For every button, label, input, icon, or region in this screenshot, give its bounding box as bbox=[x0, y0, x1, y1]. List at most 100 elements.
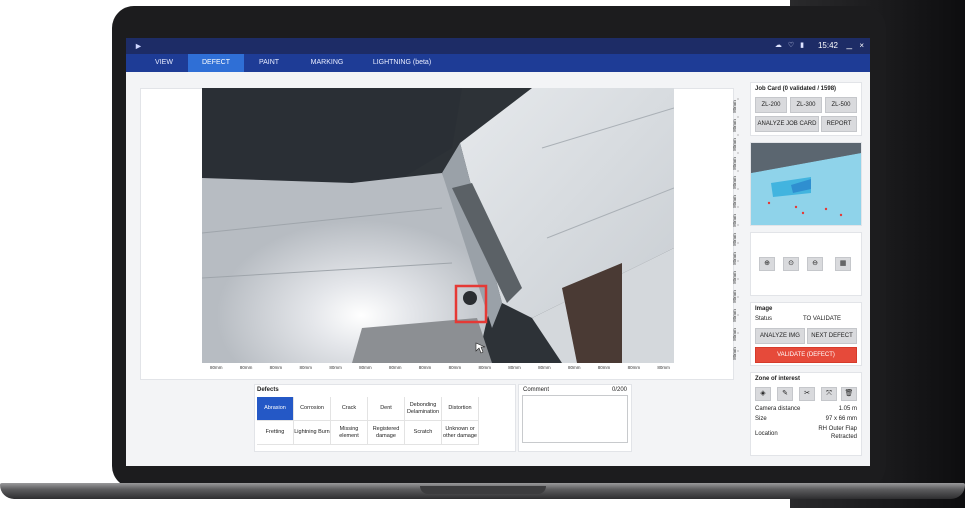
scale-tick: 80mm bbox=[508, 365, 521, 370]
tab-marking[interactable]: MARKING bbox=[294, 54, 360, 72]
scale-tick: 80mm bbox=[597, 365, 611, 370]
grid-icon[interactable]: ▦ bbox=[835, 257, 851, 271]
status-label: Status bbox=[755, 316, 773, 322]
minimap-3d-model bbox=[751, 143, 861, 225]
heart-icon: ♡ bbox=[787, 42, 801, 49]
scale-tick: 80mm bbox=[359, 365, 372, 370]
defect-registered-damage[interactable]: Registered damage bbox=[368, 421, 405, 445]
app-logo-icon: ► bbox=[134, 41, 143, 51]
zl-200-button[interactable]: ZL-200 bbox=[755, 97, 787, 113]
defect-dent[interactable]: Dent bbox=[368, 397, 405, 421]
zl-500-button[interactable]: ZL-500 bbox=[825, 97, 857, 113]
scale-tick: 80mm bbox=[329, 365, 342, 370]
tab-bar: VIEW DEFECT PAINT MARKING LIGHTNING (bet… bbox=[126, 54, 870, 72]
vertical-scale: 80mm 80mm 80mm 80mm 80mm 80mm 80mm 80mm 80mm 80mm… bbox=[731, 98, 742, 368]
system-tray-icons: ☁♡▮ bbox=[775, 41, 810, 49]
zl-300-button[interactable]: ZL-300 bbox=[790, 97, 822, 113]
cloud-icon: ☁ bbox=[774, 42, 788, 49]
title-bar: ► ☁♡▮ 15:42 _ × bbox=[126, 38, 870, 54]
scale-tick-vertical: 80mm bbox=[731, 347, 737, 360]
size-label: Size bbox=[755, 416, 767, 422]
report-button[interactable]: REPORT bbox=[821, 116, 857, 132]
defect-lightning-burn[interactable]: Lightning Burn bbox=[294, 421, 331, 445]
analyze-img-button[interactable]: ANALYZE IMG bbox=[755, 328, 805, 344]
tab-view[interactable]: VIEW bbox=[140, 54, 188, 72]
inspection-photo[interactable] bbox=[202, 88, 674, 363]
image-status-panel: Image Status TO VALIDATE ANALYZE IMG NEX… bbox=[750, 302, 862, 366]
comment-counter: 0/200 bbox=[611, 387, 627, 393]
defect-crack[interactable]: Crack bbox=[331, 397, 368, 421]
target-icon[interactable]: ◈ bbox=[755, 387, 771, 401]
scale-tick: 80mm bbox=[388, 365, 402, 370]
zoom-in-icon[interactable]: ⊕ bbox=[759, 257, 775, 271]
analyze-job-card-button[interactable]: ANALYZE JOB CARD bbox=[755, 116, 819, 132]
location-label: Location bbox=[755, 431, 778, 437]
scale-tick-vertical: 80mm bbox=[731, 100, 737, 113]
tab-defect[interactable]: DEFECT bbox=[188, 54, 244, 72]
scale-tick: 80mm bbox=[627, 365, 641, 370]
defect-corrosion[interactable]: Corrosion bbox=[294, 397, 331, 421]
scale-tick: 80mm bbox=[478, 365, 491, 370]
scale-tick-vertical: 80mm bbox=[731, 233, 737, 246]
tab-lightning[interactable]: LIGHTNING (beta) bbox=[360, 54, 444, 72]
app-window: ► ☁♡▮ 15:42 _ × VIEW DEFECT PAINT MARKIN… bbox=[126, 38, 870, 466]
image-heading: Image bbox=[755, 306, 773, 312]
next-defect-button[interactable]: NEXT DEFECT bbox=[807, 328, 857, 344]
battery-icon: ▮ bbox=[800, 42, 810, 49]
scale-tick: 80mm bbox=[657, 365, 670, 370]
defect-distortion[interactable]: Distortion bbox=[442, 397, 479, 421]
comment-textarea[interactable] bbox=[522, 395, 628, 443]
size-value: 97 x 66 mm bbox=[825, 416, 857, 422]
scale-tick-vertical: 80mm bbox=[731, 252, 737, 265]
aircraft-flap-image bbox=[202, 88, 674, 363]
scale-tick-vertical: 80mm bbox=[731, 195, 737, 208]
validate-defect-button[interactable]: VALIDATE (DEFECT) bbox=[755, 347, 857, 363]
trash-icon[interactable]: 🗑 bbox=[841, 387, 857, 401]
camera-distance-label: Camera distance bbox=[755, 406, 801, 412]
zoom-out-icon[interactable]: ⊖ bbox=[807, 257, 823, 271]
scale-tick-vertical: 80mm bbox=[731, 290, 737, 303]
defect-abrasion[interactable]: Abrasion bbox=[257, 397, 294, 421]
scale-tick-vertical: 80mm bbox=[731, 214, 737, 227]
scale-tick: 80mm bbox=[269, 365, 283, 370]
defects-panel: Defects Abrasion Corrosion Crack Dent De… bbox=[254, 384, 516, 452]
comment-label: Comment bbox=[523, 387, 550, 393]
defect-fretting[interactable]: Fretting bbox=[257, 421, 294, 445]
edit-icon[interactable]: ✎ bbox=[777, 387, 793, 401]
job-card-panel: Job Card (0 validated / 1598) ZL-200 ZL-… bbox=[750, 82, 862, 136]
defect-debonding[interactable]: Debonding Delamination bbox=[405, 397, 442, 421]
scale-tick-vertical: 80mm bbox=[731, 119, 737, 132]
scale-tick: 80mm bbox=[299, 365, 312, 370]
location-value-line2: Retracted bbox=[830, 434, 857, 440]
tab-paint[interactable]: PAINT bbox=[244, 54, 294, 72]
laptop-notch bbox=[420, 486, 546, 494]
defect-missing-element[interactable]: Missing element bbox=[331, 421, 368, 445]
close-button[interactable]: × bbox=[859, 41, 864, 50]
scale-tick-vertical: 80mm bbox=[731, 157, 737, 170]
defect-scratch[interactable]: Scratch bbox=[405, 421, 442, 445]
scale-tick-vertical: 80mm bbox=[731, 328, 737, 341]
minimize-button[interactable]: _ bbox=[846, 39, 852, 50]
zoom-reset-icon[interactable]: ⊙ bbox=[783, 257, 799, 271]
aircraft-minimap[interactable] bbox=[750, 142, 862, 226]
scale-tick-vertical: 80mm bbox=[731, 309, 737, 322]
defect-unknown[interactable]: Unknown or other damage bbox=[442, 421, 479, 445]
scale-tick: 80mm bbox=[210, 365, 223, 370]
location-value-line1: RH Outer Flap bbox=[818, 426, 857, 432]
zone-heading: Zone of interest bbox=[755, 376, 801, 382]
zoom-controls-panel: ⊕ ⊙ ⊖ ▦ bbox=[750, 232, 862, 296]
defects-heading: Defects bbox=[257, 387, 279, 393]
scale-tick-vertical: 80mm bbox=[731, 176, 737, 189]
status-value: TO VALIDATE bbox=[803, 316, 842, 322]
zone-of-interest-panel: Zone of interest ◈ ✎ ✂ ⤧ 🗑 Camera distan… bbox=[750, 372, 862, 456]
scale-tick-vertical: 80mm bbox=[731, 271, 737, 284]
move-icon[interactable]: ⤧ bbox=[821, 387, 837, 401]
camera-distance-value: 1.05 m bbox=[838, 406, 857, 412]
scale-tick: 80mm bbox=[448, 365, 462, 370]
cut-icon[interactable]: ✂ bbox=[799, 387, 815, 401]
scale-tick: 80mm bbox=[567, 365, 581, 370]
clock: 15:42 bbox=[817, 41, 838, 50]
scale-tick: 80mm bbox=[538, 365, 551, 370]
horizontal-scale: 80mm 80mm 80mm 80mm 80mm 80mm 80mm 80mm … bbox=[210, 365, 670, 373]
scale-tick: 80mm bbox=[239, 365, 253, 370]
